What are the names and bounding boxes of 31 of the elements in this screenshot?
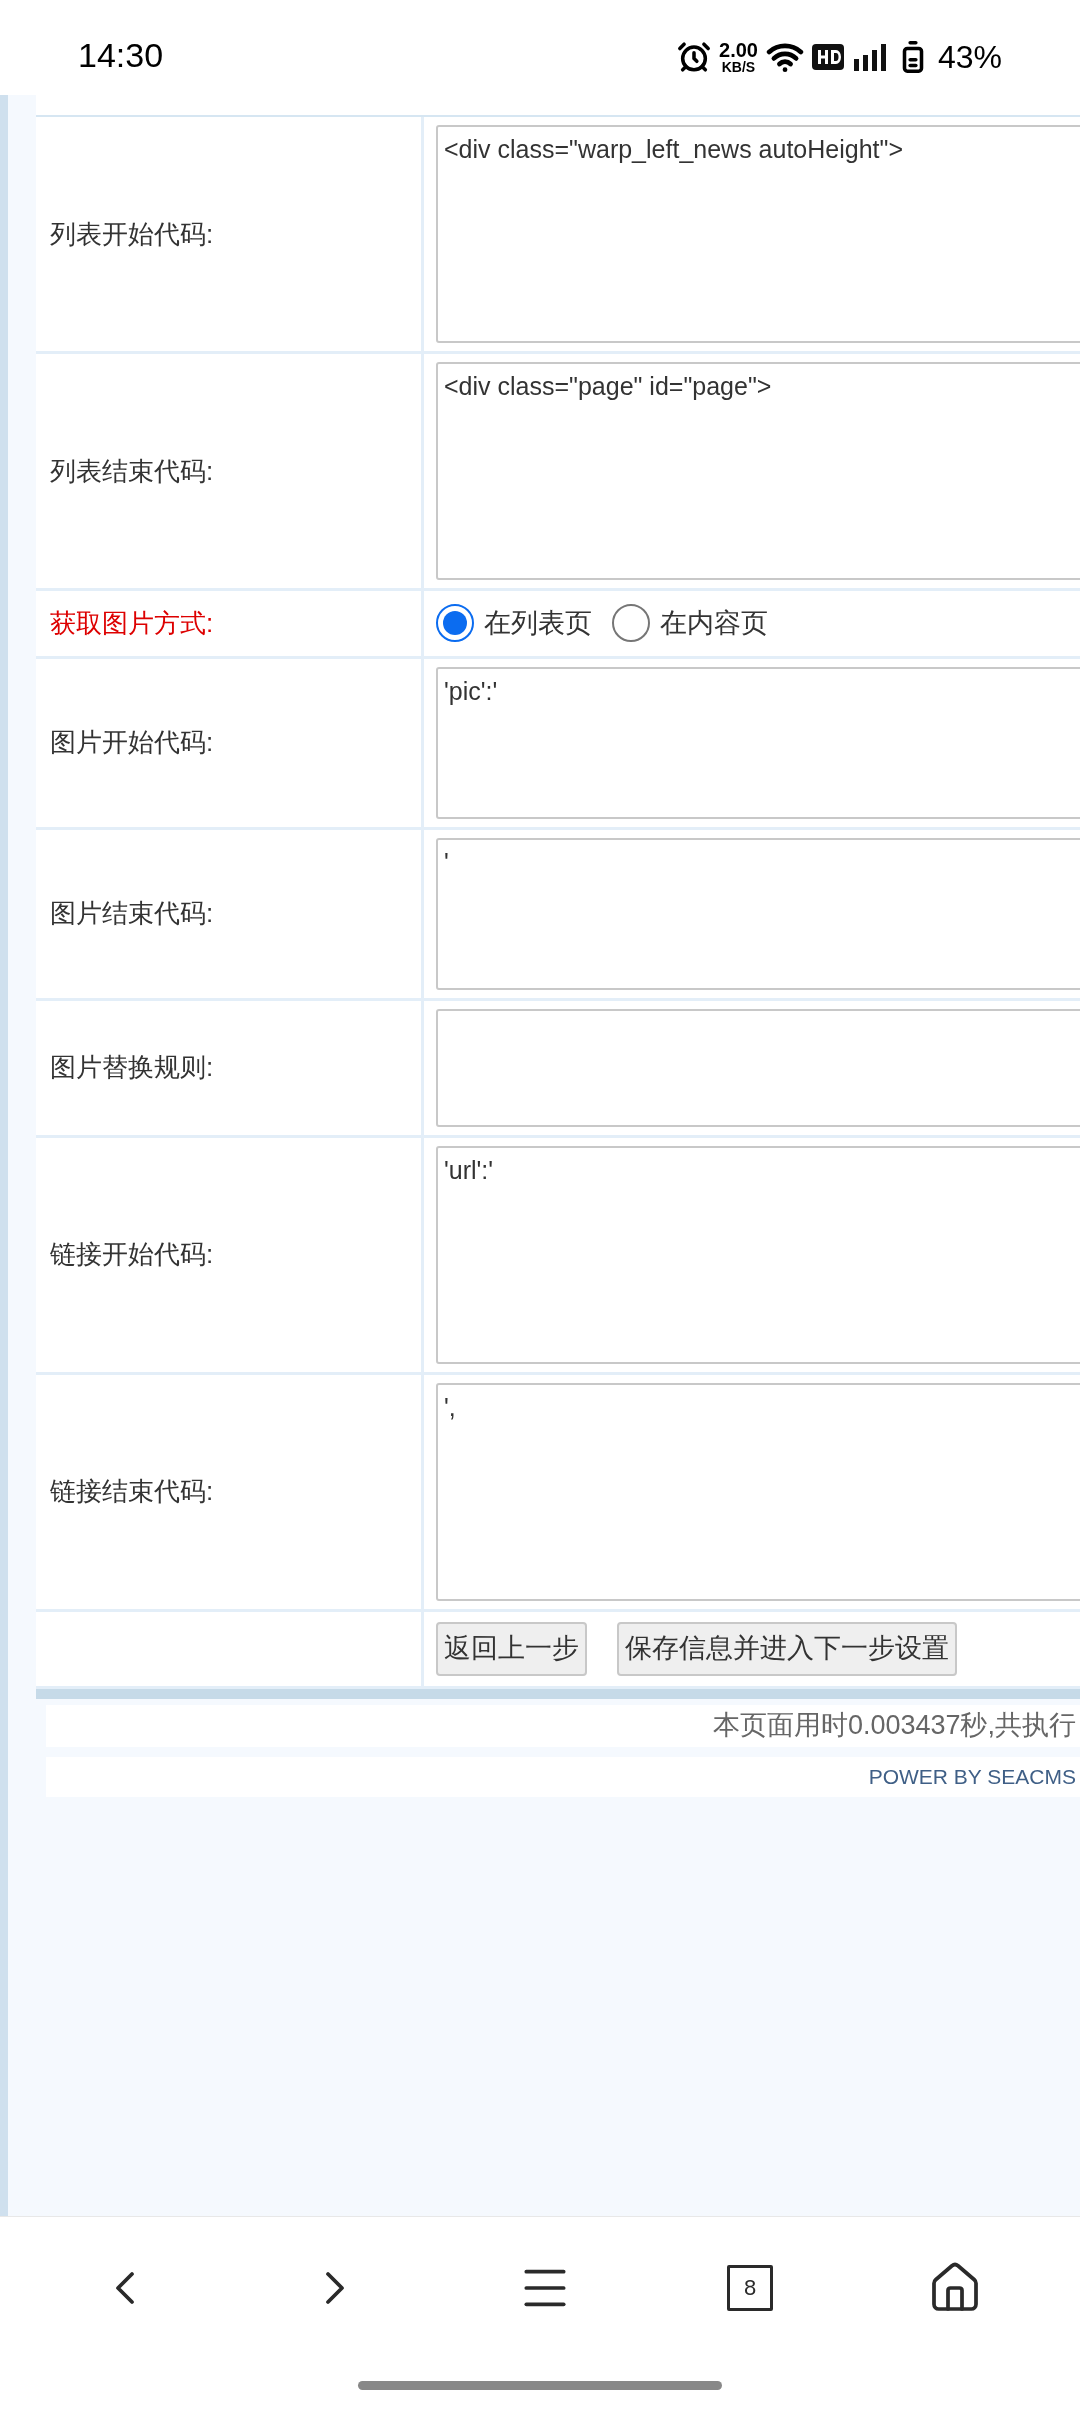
code-textarea[interactable]: 'pic':' [436,666,1080,819]
field-label: 链接结束代码: [50,1475,214,1508]
radio-button[interactable] [436,604,474,643]
page-timing: 本页面用时0.003437秒,共执行 [712,1709,1076,1743]
power-by-text: POWER BY SEACMS [868,1763,1076,1790]
field-label: 列表开始代码: [50,217,214,251]
code-textarea[interactable]: <div class="page" id="page"> [436,362,1080,580]
code-textarea[interactable]: ', [436,1382,1080,1601]
alarm-icon [677,40,711,74]
tabs-button[interactable]: 8 [727,2264,773,2311]
code-textarea[interactable]: 'url':' [436,1145,1080,1364]
radio-label: 在内容页 [660,607,768,640]
field-label: 图片结束代码: [50,897,214,930]
hd-icon [811,44,844,70]
form-button[interactable]: 保存信息并进入下一步设置 [617,1621,957,1676]
radio-label: 在列表页 [484,607,592,640]
home-indicator[interactable] [358,2380,722,2390]
radio-button[interactable] [612,604,650,643]
code-textarea[interactable]: <div class="warp_left_news autoHeight"> [436,125,1080,343]
network-speed: 2.00 [719,40,758,60]
field-label: 列表结束代码: [50,454,214,488]
signal-icon [851,41,888,73]
code-textarea[interactable]: ' [436,837,1080,990]
clock-time: 14:30 [78,35,164,76]
speed-unit: KB/S [721,60,756,74]
field-label: 图片开始代码: [50,726,214,759]
field-label: 图片替换规则: [50,1051,214,1084]
field-label: 链接开始代码: [50,1238,214,1271]
form-button[interactable]: 返回上一步 [436,1621,587,1676]
field-label: 获取图片方式: [50,606,214,640]
battery-percent: 43% [937,38,1002,77]
